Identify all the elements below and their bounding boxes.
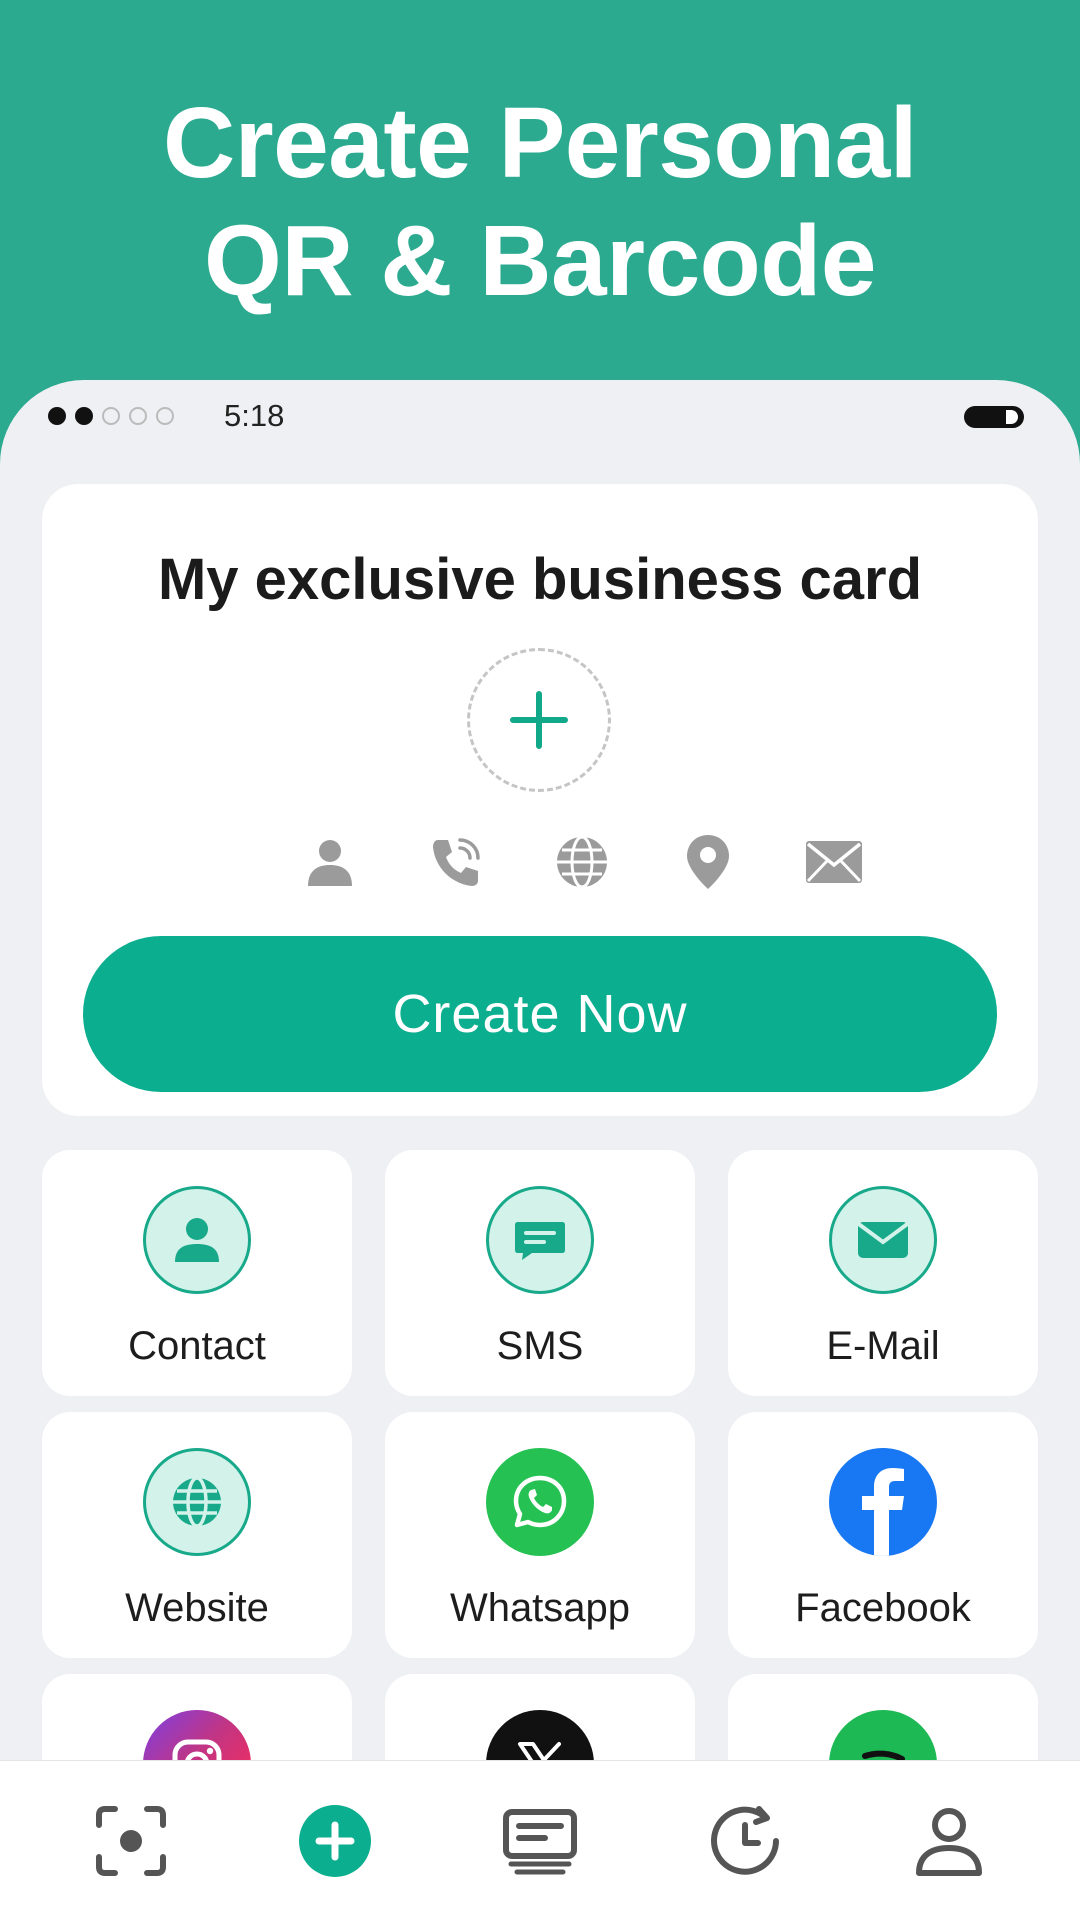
nav-templates[interactable] (500, 1801, 580, 1881)
plus-icon (510, 691, 568, 749)
status-bar: 5:18 (0, 380, 1080, 460)
templates-icon (503, 1809, 577, 1875)
envelope-icon (798, 826, 870, 898)
profile-icon (916, 1808, 982, 1876)
hero-banner: Create Personal QR & Barcode (0, 0, 1080, 380)
card-title: My exclusive business card (157, 547, 923, 612)
location-pin-icon (672, 826, 744, 898)
tile-label: SMS (496, 1324, 584, 1368)
nav-create[interactable] (295, 1801, 375, 1881)
add-photo-button[interactable] (467, 648, 611, 792)
create-icon (299, 1805, 371, 1877)
tile-label: E-Mail (826, 1324, 940, 1368)
globe-icon (546, 826, 618, 898)
signal-indicator (48, 407, 174, 425)
tile-label: Website (125, 1586, 269, 1630)
hero-title-line2: QR & Barcode (204, 205, 876, 317)
bottom-navigation (0, 1760, 1080, 1920)
tile-label: Contact (128, 1324, 266, 1368)
signal-dot (48, 407, 66, 425)
nav-scan[interactable] (91, 1801, 171, 1881)
card-field-icons (42, 826, 1038, 898)
facebook-icon (829, 1448, 937, 1556)
tile-sms[interactable]: SMS (385, 1150, 695, 1396)
tile-email[interactable]: E-Mail (728, 1150, 1038, 1396)
signal-dot (75, 407, 93, 425)
tile-whatsapp[interactable]: Whatsapp (385, 1412, 695, 1658)
scan-icon (96, 1806, 166, 1876)
person-icon (294, 826, 366, 898)
contact-icon (143, 1186, 251, 1294)
battery-icon (964, 406, 1024, 428)
whatsapp-icon (486, 1448, 594, 1556)
tile-contact[interactable]: Contact (42, 1150, 352, 1396)
signal-dot (156, 407, 174, 425)
status-time: 5:18 (224, 398, 285, 433)
phone-screen: 5:18 My exclusive business card Create N… (0, 380, 1080, 1920)
signal-dot (102, 407, 120, 425)
history-icon (711, 1806, 779, 1875)
phone-icon (420, 826, 492, 898)
tile-label: Whatsapp (449, 1586, 631, 1630)
tile-website[interactable]: Website (42, 1412, 352, 1658)
business-card-panel: My exclusive business card Create Now (42, 484, 1038, 1116)
nav-profile[interactable] (909, 1801, 989, 1881)
sms-icon (486, 1186, 594, 1294)
create-now-button[interactable]: Create Now (83, 936, 997, 1092)
tile-facebook[interactable]: Facebook (728, 1412, 1038, 1658)
nav-history[interactable] (705, 1801, 785, 1881)
hero-title: Create Personal QR & Barcode (0, 84, 1080, 320)
website-icon (143, 1448, 251, 1556)
tile-label: Facebook (795, 1586, 971, 1630)
email-icon (829, 1186, 937, 1294)
hero-title-line1: Create Personal (163, 87, 917, 199)
signal-dot (129, 407, 147, 425)
